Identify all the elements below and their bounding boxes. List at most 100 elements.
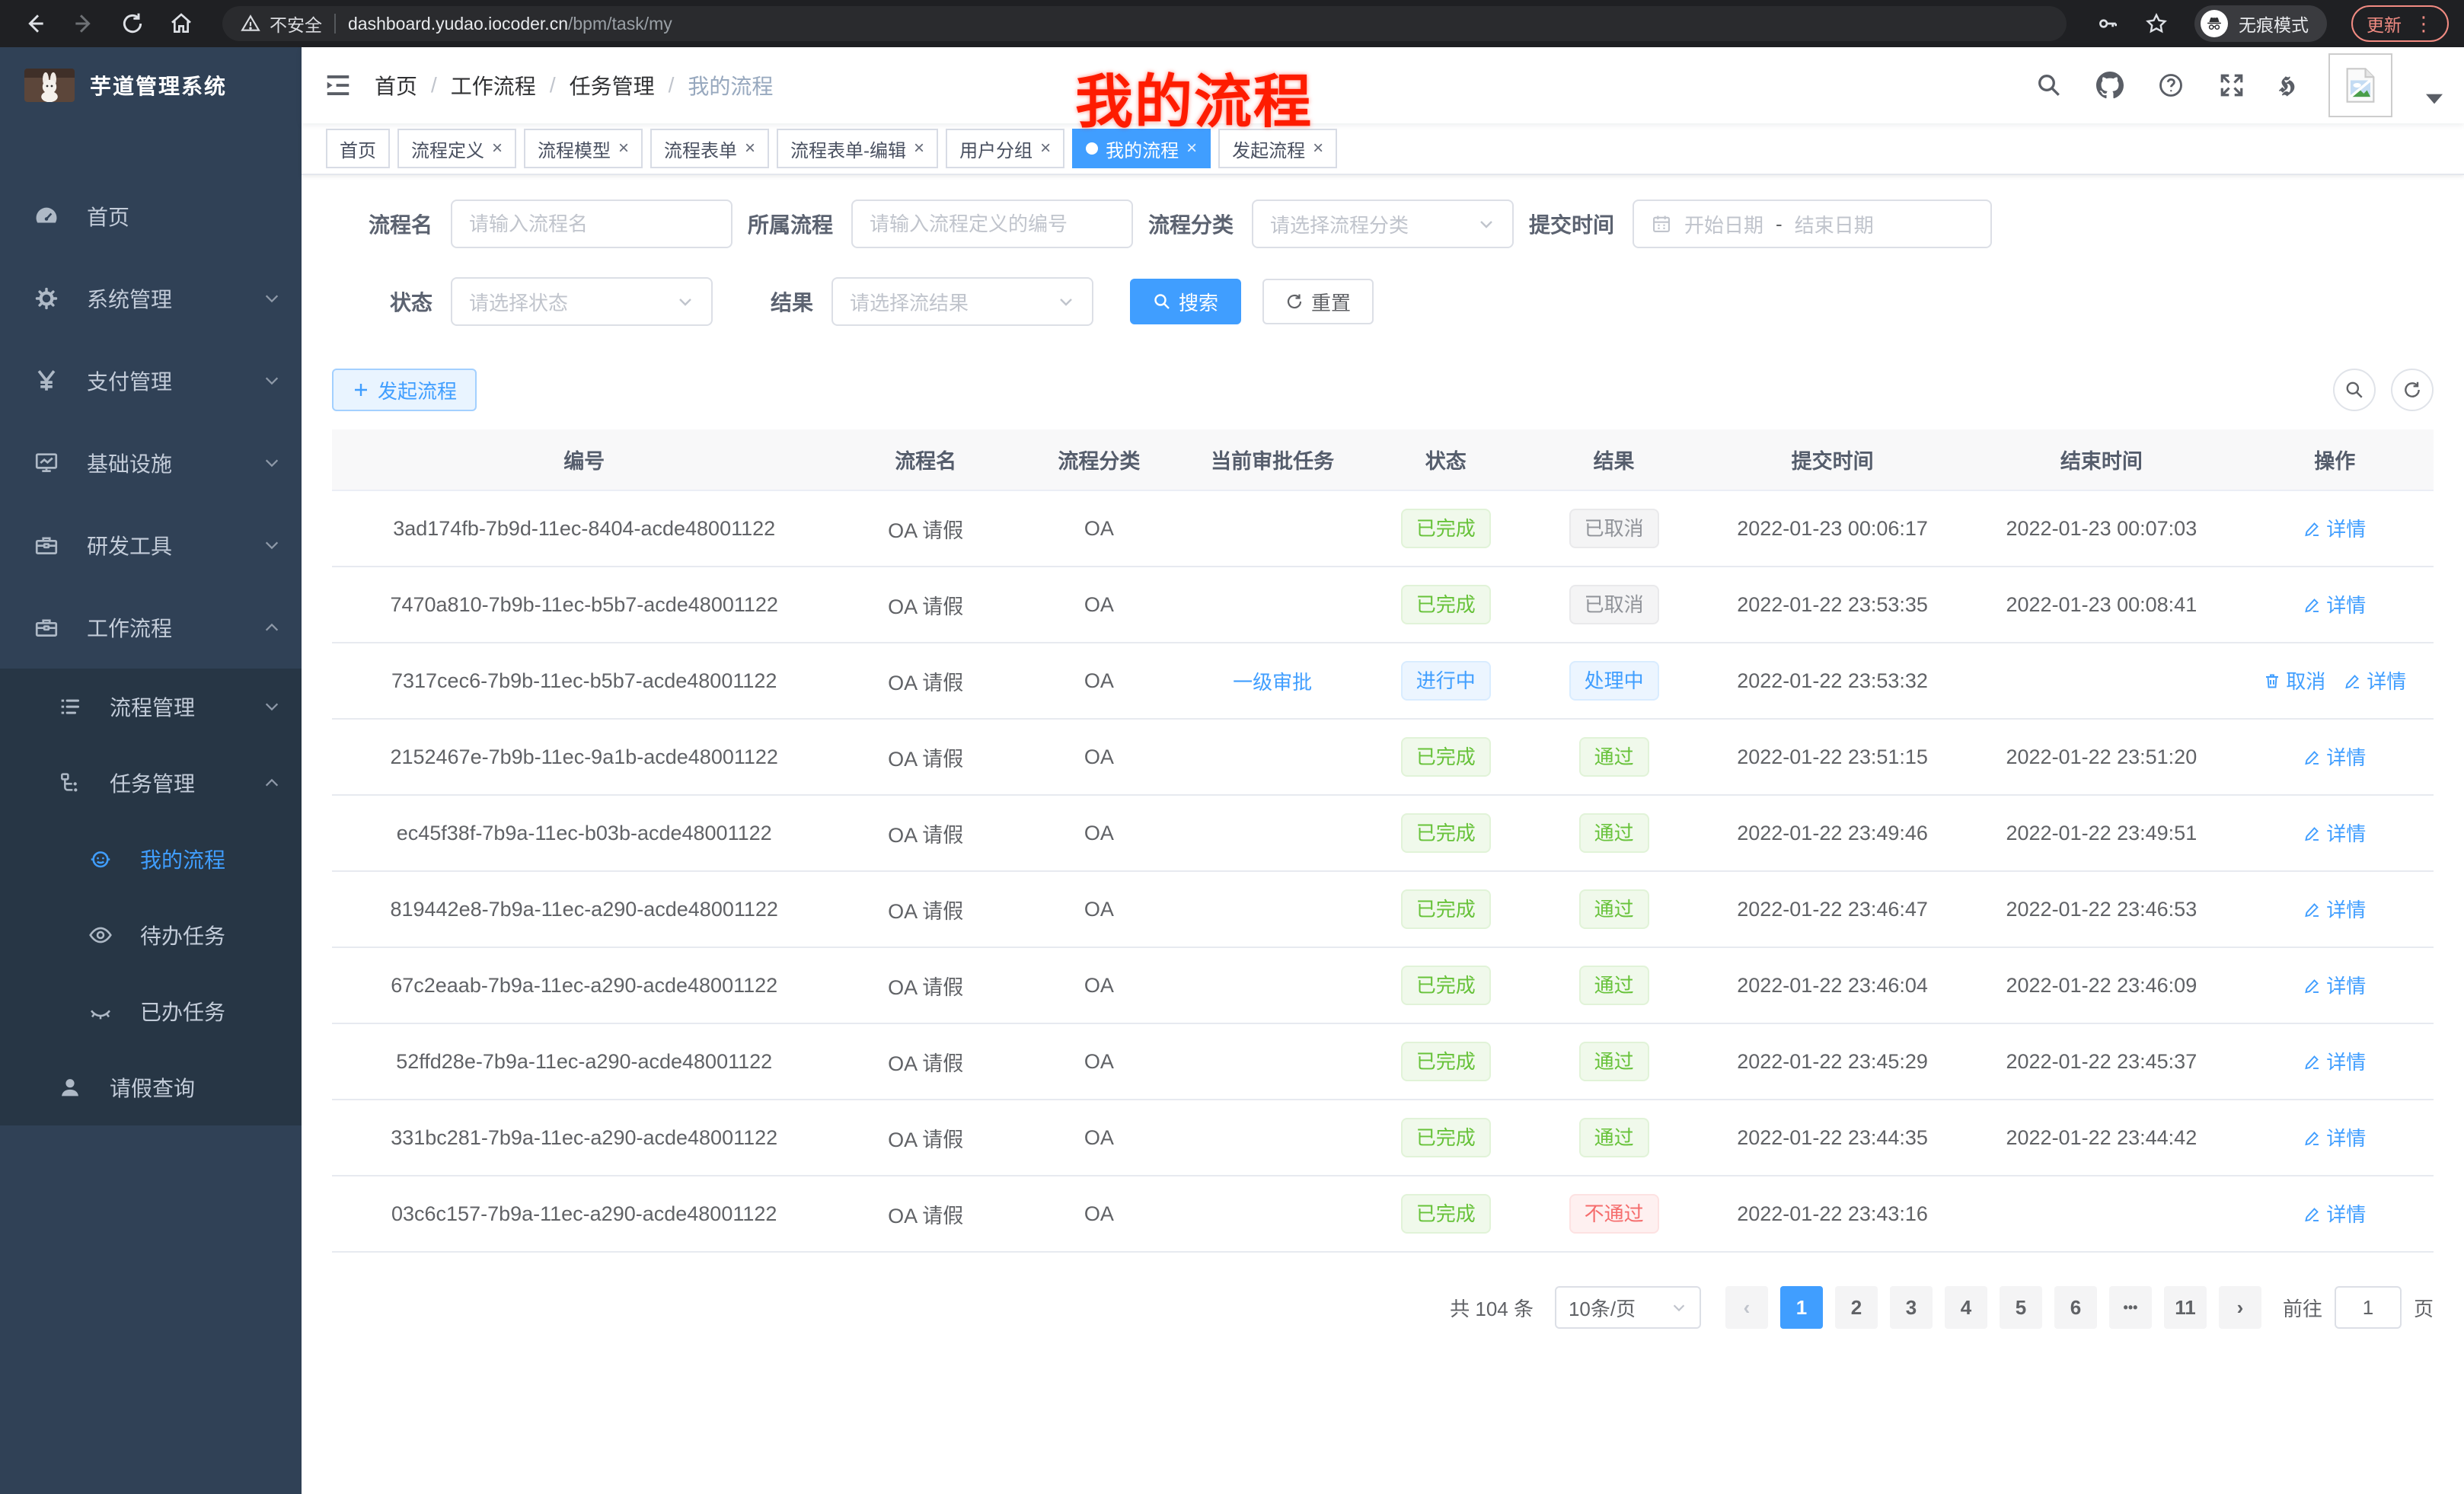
search-icon[interactable] — [2035, 72, 2063, 99]
url-text[interactable]: dashboard.yudao.iocoder.cn/bpm/task/my — [348, 14, 672, 34]
page-button-3[interactable]: 3 — [1890, 1286, 1933, 1329]
breadcrumb-item[interactable]: 任务管理 — [570, 70, 655, 101]
page-button-5[interactable]: 5 — [2000, 1286, 2042, 1329]
search-button[interactable]: 搜索 — [1130, 279, 1241, 324]
collapse-menu-icon[interactable] — [302, 47, 375, 123]
detail-action-link[interactable]: 详情 — [2303, 971, 2366, 999]
start-process-button[interactable]: 发起流程 — [332, 369, 477, 411]
page-button-4[interactable]: 4 — [1945, 1286, 1987, 1329]
home-icon[interactable] — [161, 4, 201, 43]
back-icon[interactable] — [15, 4, 55, 43]
incognito-label: 无痕模式 — [2239, 11, 2309, 37]
detail-action-link[interactable]: 详情 — [2303, 514, 2366, 542]
font-size-icon[interactable]: 𝕳 — [2279, 72, 2295, 98]
detail-action-link[interactable]: 详情 — [2303, 1047, 2366, 1075]
browser-menu-icon[interactable]: ⋮ — [2414, 14, 2434, 34]
sidebar-item-workflow[interactable]: 工作流程 — [0, 586, 302, 669]
sidebar-item-dev-tools[interactable]: 研发工具 — [0, 504, 302, 586]
incognito-badge: 无痕模式 — [2194, 5, 2327, 42]
next-page-button[interactable]: › — [2219, 1286, 2261, 1329]
tab-start-process[interactable]: 发起流程× — [1218, 129, 1337, 168]
close-tab-icon[interactable]: × — [1186, 139, 1197, 158]
filter-process: 所属流程 — [748, 200, 1133, 248]
sidebar-item-todo-tasks[interactable]: 待办任务 — [0, 897, 302, 973]
tab-process-model[interactable]: 流程模型× — [524, 129, 643, 168]
breadcrumb: 首页/工作流程/任务管理/我的流程 — [375, 70, 773, 101]
sidebar-item-done-tasks[interactable]: 已办任务 — [0, 973, 302, 1049]
page-button-1[interactable]: 1 — [1780, 1286, 1823, 1329]
sidebar-item-home[interactable]: 首页 — [0, 175, 302, 257]
prev-page-button[interactable]: ‹ — [1725, 1286, 1768, 1329]
reload-icon[interactable] — [113, 4, 152, 43]
tab-process-definition[interactable]: 流程定义× — [397, 129, 516, 168]
security-label: 不安全 — [270, 11, 322, 37]
yen-icon — [34, 368, 59, 394]
table-search-toggle-icon[interactable] — [2333, 369, 2376, 411]
tab-user-group[interactable]: 用户分组× — [946, 129, 1064, 168]
close-tab-icon[interactable]: × — [492, 139, 503, 158]
fullscreen-icon[interactable] — [2218, 72, 2245, 99]
logo-row[interactable]: 芋道管理系统 — [0, 47, 302, 123]
search-icon — [1153, 292, 1171, 311]
cell-actions: 详情 — [2236, 795, 2434, 871]
plus-icon — [352, 381, 370, 399]
reset-button[interactable]: 重置 — [1262, 279, 1374, 324]
close-tab-icon[interactable]: × — [745, 139, 755, 158]
tab-process-form[interactable]: 流程表单× — [650, 129, 769, 168]
sidebar-item-my-process[interactable]: 我的流程 — [0, 821, 302, 897]
security-warning[interactable]: 不安全 — [241, 11, 322, 37]
table-refresh-icon[interactable] — [2391, 369, 2434, 411]
close-tab-icon[interactable]: × — [1040, 139, 1051, 158]
result-select[interactable]: 请选择流结果 — [831, 277, 1093, 326]
detail-action-link[interactable]: 详情 — [2344, 666, 2406, 694]
detail-action-link[interactable]: 详情 — [2303, 1199, 2366, 1227]
sidebar-item-task-management[interactable]: 任务管理 — [0, 745, 302, 821]
sidebar-item-system-management[interactable]: 系统管理 — [0, 257, 302, 340]
tab-home[interactable]: 首页 — [326, 129, 390, 168]
breadcrumb-item[interactable]: 首页 — [375, 70, 417, 101]
cell-process-name: OA 请假 — [836, 1100, 1015, 1176]
category-select[interactable]: 请选择流程分类 — [1252, 200, 1514, 248]
cancel-action-link[interactable]: 取消 — [2263, 666, 2325, 694]
forward-icon[interactable] — [64, 4, 104, 43]
github-icon[interactable] — [2096, 72, 2124, 99]
edit-icon — [2303, 1052, 2322, 1071]
breadcrumb-item[interactable]: 工作流程 — [451, 70, 536, 101]
more-pages-button[interactable]: ••• — [2109, 1286, 2152, 1329]
process-id-input[interactable] — [851, 200, 1133, 248]
current-task-link[interactable]: 一级审批 — [1233, 667, 1312, 695]
action-label: 详情 — [2326, 819, 2366, 847]
close-tab-icon[interactable]: × — [914, 139, 924, 158]
top-navbar: 首页/工作流程/任务管理/我的流程 𝕳 — [302, 47, 2464, 123]
date-range-picker[interactable]: 开始日期 - 结束日期 — [1633, 200, 1992, 248]
detail-action-link[interactable]: 详情 — [2303, 895, 2366, 923]
detail-action-link[interactable]: 详情 — [2303, 590, 2366, 618]
page-button-6[interactable]: 6 — [2054, 1286, 2097, 1329]
page-button-11[interactable]: 11 — [2164, 1286, 2207, 1329]
status-select[interactable]: 请选择状态 — [451, 277, 713, 326]
password-key-icon[interactable] — [2088, 4, 2127, 43]
detail-action-link[interactable]: 详情 — [2303, 742, 2366, 771]
avatar[interactable] — [2328, 53, 2392, 117]
close-tab-icon[interactable]: × — [618, 139, 629, 158]
page-size-select[interactable]: 10条/页 — [1555, 1286, 1701, 1329]
goto-page-input[interactable] — [2335, 1286, 2402, 1329]
process-name-input[interactable] — [451, 200, 732, 248]
update-button[interactable]: 更新 ⋮ — [2351, 5, 2449, 42]
sidebar-item-infrastructure[interactable]: 基础设施 — [0, 422, 302, 504]
sidebar-item-leave-query[interactable]: 请假查询 — [0, 1049, 302, 1125]
close-tab-icon[interactable]: × — [1313, 139, 1323, 158]
help-icon[interactable] — [2157, 72, 2185, 99]
filter-category: 流程分类 请选择流程分类 — [1148, 200, 1514, 248]
tab-process-form-edit[interactable]: 流程表单-编辑× — [777, 129, 938, 168]
bookmark-star-icon[interactable] — [2137, 4, 2176, 43]
detail-action-link[interactable]: 详情 — [2303, 819, 2366, 847]
tab-my-process[interactable]: 我的流程× — [1072, 129, 1211, 168]
caret-down-icon[interactable] — [2426, 66, 2443, 104]
page-button-2[interactable]: 2 — [1835, 1286, 1878, 1329]
sidebar-item-process-management[interactable]: 流程管理 — [0, 669, 302, 745]
sidebar-item-payment-management[interactable]: 支付管理 — [0, 340, 302, 422]
detail-action-link[interactable]: 详情 — [2303, 1123, 2366, 1151]
address-bar[interactable]: 不安全 dashboard.yudao.iocoder.cn/bpm/task/… — [222, 6, 2067, 41]
page-buttons: 123456 ••• 11 — [1774, 1286, 2213, 1329]
